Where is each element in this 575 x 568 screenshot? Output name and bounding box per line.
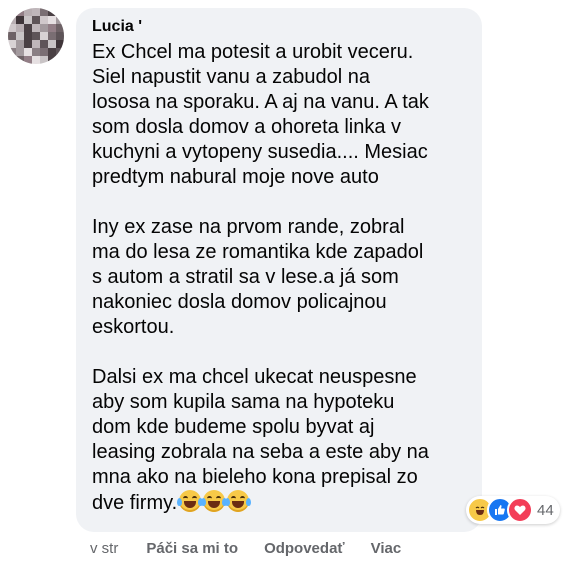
comment-paragraph-3: Dalsi ex ma chcel ukecat neuspesne aby s… xyxy=(92,365,468,516)
reaction-count: 44 xyxy=(537,501,554,519)
reply-button[interactable]: Odpovedať xyxy=(264,540,345,557)
reactions-summary[interactable]: 44 xyxy=(466,496,560,524)
avatar[interactable] xyxy=(8,8,64,64)
face-with-tears-of-joy-icon xyxy=(225,490,252,512)
comment-actions: v str Páči sa mi to Odpovedať Viac xyxy=(90,540,427,557)
love-reaction-icon xyxy=(507,497,533,523)
comment-paragraph-2: Iny ex zase na prvom rande, zobral ma do… xyxy=(92,216,424,338)
comment-paragraph-3-text: Dalsi ex ma chcel ukecat neuspesne aby s… xyxy=(92,366,429,514)
like-button[interactable]: Páči sa mi to xyxy=(146,540,238,557)
comment-text: Ex Chcel ma potesit a urobit veceru. Sie… xyxy=(92,40,468,516)
comment-timestamp[interactable]: v str xyxy=(90,540,118,557)
face-with-tears-of-joy-icon xyxy=(201,490,228,512)
more-button[interactable]: Viac xyxy=(371,540,402,557)
face-with-tears-of-joy-icon xyxy=(177,490,204,512)
comment-bubble: Lucia ' Ex Chcel ma potesit a urobit vec… xyxy=(76,8,482,532)
comment-author[interactable]: Lucia ' xyxy=(92,16,468,38)
comment-paragraph-1: Ex Chcel ma potesit a urobit veceru. Sie… xyxy=(92,41,429,188)
